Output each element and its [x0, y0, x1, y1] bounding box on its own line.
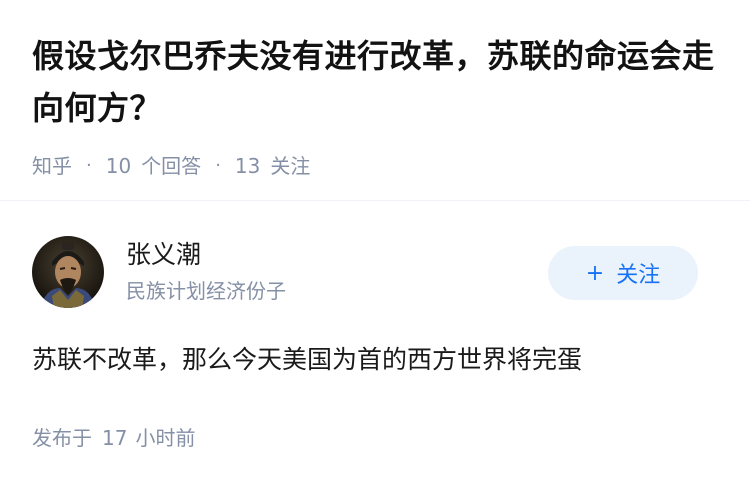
answer-content[interactable]: 苏联不改革，那么今天美国为首的西方世界将完蛋: [32, 340, 722, 380]
publish-time: 发布于 17 小时前: [32, 424, 195, 452]
meta-separator: ·: [86, 155, 92, 176]
plus-icon: +: [585, 260, 605, 286]
follow-button[interactable]: + 关注: [548, 246, 698, 300]
followers-count: 13: [234, 154, 261, 178]
meta-separator: ·: [215, 155, 221, 176]
answers-count: 10: [105, 154, 132, 178]
avatar[interactable]: [32, 236, 104, 308]
avatar-portrait-icon: [32, 236, 104, 308]
author-name[interactable]: 张义潮: [126, 238, 201, 272]
divider: [0, 200, 750, 201]
author-info: 张义潮 民族计划经济份子 + 关注: [32, 236, 722, 308]
publish-num: 17: [102, 426, 128, 450]
publish-prefix: 发布于: [32, 426, 92, 450]
followers-label[interactable]: 关注: [270, 152, 310, 180]
answers-label[interactable]: 个回答: [141, 152, 201, 180]
publish-unit: 小时前: [135, 426, 196, 450]
question-title[interactable]: 假设戈尔巴乔夫没有进行改革，苏联的命运会走向何方？: [32, 30, 722, 134]
author-bio: 民族计划经济份子: [126, 279, 286, 303]
question-meta: 知乎 · 10 个回答 · 13 关注: [32, 152, 722, 180]
follow-label: 关注: [616, 263, 661, 288]
question-header: 假设戈尔巴乔夫没有进行改革，苏联的命运会走向何方？ 知乎 · 10 个回答 · …: [32, 30, 722, 180]
source-label[interactable]: 知乎: [32, 152, 72, 180]
